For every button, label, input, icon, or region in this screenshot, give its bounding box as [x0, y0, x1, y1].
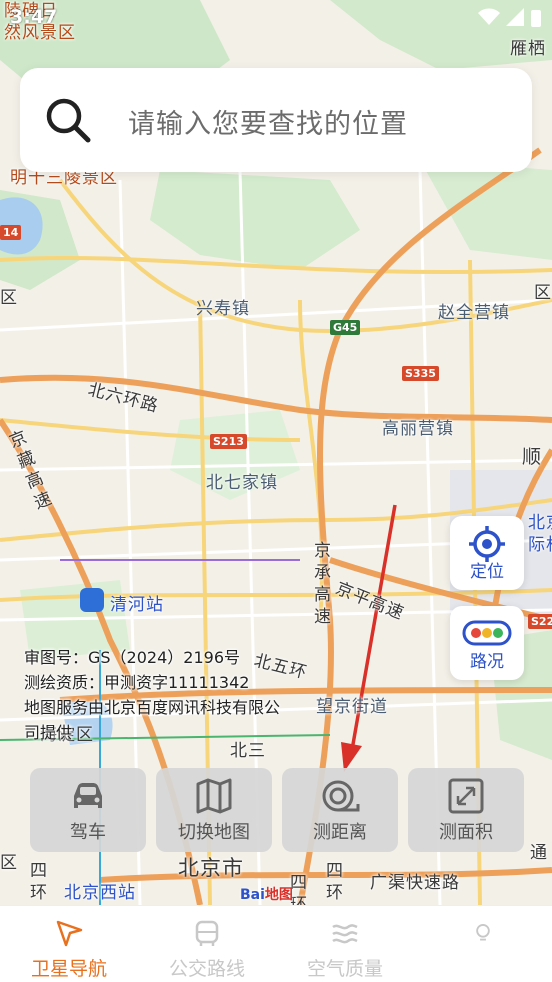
status-icons — [478, 8, 542, 28]
tape-measure-icon — [322, 780, 360, 812]
car-icon — [74, 783, 102, 808]
credit-line: 地图服务由北京百度网讯科技有限公 — [24, 698, 281, 717]
map-label: 区 — [0, 853, 18, 873]
map-label: 四环 — [30, 861, 47, 903]
area-icon — [448, 778, 484, 814]
station-icon — [80, 588, 104, 612]
nav-bus-routes[interactable]: 公交路线 — [138, 906, 276, 982]
map-label: 北京西站 — [64, 883, 136, 903]
switch-map-label: 切换地图 — [178, 822, 250, 843]
map-label: 北七家镇 — [206, 473, 278, 493]
signal-icon — [506, 8, 524, 26]
switch-map-button[interactable]: 切换地图 — [156, 768, 272, 852]
map-label: 高丽营镇 — [382, 419, 454, 439]
map-label: 兴寿镇 — [196, 299, 250, 319]
wifi-icon — [478, 8, 500, 25]
map-label: 区 — [534, 283, 552, 303]
nav-label: 公交路线 — [168, 958, 245, 980]
map-label: 雁栖 — [510, 39, 546, 59]
locate-label: 定位 — [470, 562, 504, 582]
measure-distance-label: 测距离 — [313, 822, 367, 843]
traffic-light-icon — [462, 620, 512, 646]
credit-line: 审图号：GS（2024）2196号 — [24, 648, 240, 667]
road-shield: S22 — [528, 614, 552, 629]
traffic-button[interactable]: 路况 — [450, 606, 524, 680]
map-label: 北京市 — [178, 856, 244, 880]
map-icon — [196, 778, 232, 814]
status-time: 3:47 — [10, 6, 58, 28]
drive-label: 驾车 — [70, 822, 106, 843]
map-label: 广渠快速路 — [370, 873, 460, 893]
navigation-arrow-icon — [56, 920, 83, 947]
nav-satellite-navigation[interactable]: 卫星导航 — [0, 906, 138, 982]
drive-button[interactable]: 驾车 — [30, 768, 146, 852]
battery-icon — [531, 10, 541, 27]
bus-icon — [195, 920, 219, 946]
measure-area-button[interactable]: 测面积 — [408, 768, 524, 852]
search-input[interactable]: 请输入您要查找的位置 — [128, 102, 408, 141]
search-bar[interactable]: 请输入您要查找的位置 — [20, 68, 532, 172]
traffic-label: 路况 — [470, 652, 504, 672]
map-toolbar: 驾车 切换地图 测距离 测面积 — [30, 768, 526, 854]
annotation-arrow — [341, 504, 397, 772]
lightbulb-icon — [476, 924, 490, 941]
nav-air-quality[interactable]: 空气质量 — [276, 906, 414, 982]
road-shield: S335 — [402, 366, 439, 381]
credit-line: 司提供 — [24, 723, 73, 742]
status-bar: 3:47 — [0, 0, 552, 34]
measure-distance-button[interactable]: 测距离 — [282, 768, 398, 852]
map-label: 顺 — [522, 446, 543, 468]
bottom-nav: 卫星导航 公交路线 空气质量 — [0, 905, 552, 982]
map-label: 四环 — [290, 873, 307, 905]
map-label: 清河站 — [110, 595, 164, 615]
credit-line: 测绘资质：甲测资字11111342 — [24, 673, 250, 692]
nav-label: 空气质量 — [306, 958, 383, 980]
air-waves-icon — [332, 924, 358, 944]
map-credits: 审图号：GS（2024）2196号 测绘资质：甲测资字11111342 地图服务… — [24, 645, 334, 745]
road-shield: 14 — [0, 225, 22, 240]
map-label: 赵全营镇 — [438, 303, 510, 323]
locate-button[interactable]: 定位 — [450, 516, 524, 590]
map-label: 四环 — [326, 861, 343, 903]
map-label: 京承高速 — [314, 541, 331, 627]
map-label: 通 — [530, 843, 548, 863]
road-shield: G45 — [330, 320, 361, 335]
nav-label: 卫星导航 — [30, 958, 107, 980]
search-icon — [46, 98, 91, 143]
baidu-logo: Bai地图 — [240, 887, 293, 903]
map-label: 区 — [0, 288, 18, 308]
map-label: 际机 — [528, 535, 552, 555]
nav-more[interactable] — [414, 906, 552, 982]
road-shield: S213 — [210, 434, 247, 449]
measure-area-label: 测面积 — [439, 822, 493, 843]
